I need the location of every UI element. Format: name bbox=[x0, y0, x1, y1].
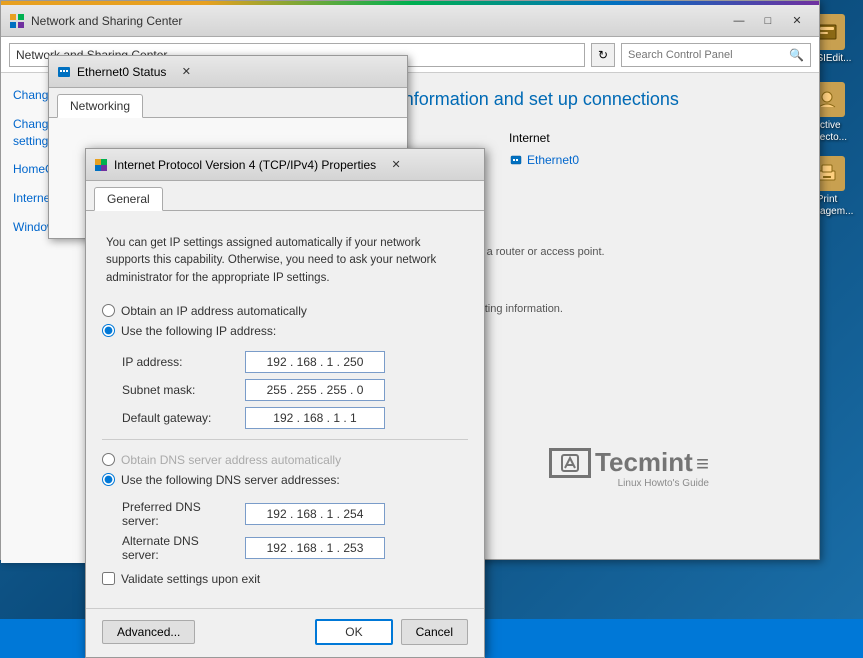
tecmint-tagline: Linux Howto's Guide bbox=[549, 478, 709, 489]
tab-general[interactable]: General bbox=[94, 187, 163, 211]
ip-address-label: IP address: bbox=[122, 355, 237, 369]
ipv4-title-text: Internet Protocol Version 4 (TCP/IPv4) P… bbox=[114, 158, 376, 172]
ip-fields-container: IP address: Subnet mask: Default gateway… bbox=[102, 351, 468, 429]
manual-ip-radio-row: Use the following IP address: bbox=[102, 321, 468, 341]
ipv4-tab-bar: General bbox=[86, 181, 484, 211]
ethernet0-link[interactable]: Ethernet0 bbox=[527, 153, 579, 167]
access-type-value: Internet bbox=[501, 128, 797, 148]
dns-fields-container: Preferred DNS server: Alternate DNS serv… bbox=[102, 500, 468, 562]
nsc-minimize-button[interactable]: — bbox=[725, 10, 753, 32]
auto-ip-radio[interactable] bbox=[102, 304, 115, 317]
nsc-close-button[interactable]: ✕ bbox=[783, 10, 811, 32]
default-gateway-label: Default gateway: bbox=[122, 411, 237, 425]
tab-networking[interactable]: Networking bbox=[57, 94, 143, 118]
divider bbox=[102, 439, 468, 440]
ip-address-input[interactable] bbox=[245, 351, 385, 373]
nsc-refresh-button[interactable]: ↻ bbox=[591, 43, 615, 67]
default-gateway-row: Default gateway: bbox=[122, 407, 468, 429]
tecmint-name: Tecmint bbox=[595, 447, 693, 477]
manual-ip-radio[interactable] bbox=[102, 324, 115, 337]
ok-cancel-buttons: OK Cancel bbox=[315, 619, 468, 645]
advanced-button[interactable]: Advanced... bbox=[102, 620, 195, 644]
nsc-maximize-button[interactable]: □ bbox=[754, 10, 782, 32]
connections-value: Ethernet0 bbox=[501, 150, 797, 173]
ethernet-status-close-button[interactable]: ✕ bbox=[172, 61, 200, 83]
auto-ip-radio-row: Obtain an IP address automatically bbox=[102, 301, 468, 321]
ethernet-status-icon bbox=[57, 65, 71, 79]
ipv4-icon bbox=[94, 158, 108, 172]
nsc-search-field[interactable]: 🔍 bbox=[621, 43, 811, 67]
search-icon: 🔍 bbox=[789, 48, 804, 62]
ip-address-radio-group: Obtain an IP address automatically Use t… bbox=[102, 301, 468, 341]
preferred-dns-input[interactable] bbox=[245, 503, 385, 525]
nsc-window-controls: — □ ✕ bbox=[725, 10, 811, 32]
subnet-mask-label: Subnet mask: bbox=[122, 383, 237, 397]
nsc-titlebar: Network and Sharing Center — □ ✕ bbox=[1, 5, 819, 37]
ipv4-buttons: Advanced... OK Cancel bbox=[86, 608, 484, 657]
manual-ip-label: Use the following IP address: bbox=[121, 324, 276, 338]
dns-section: Obtain DNS server address automatically … bbox=[102, 450, 468, 562]
ethernet-status-titlebar: Ethernet0 Status ✕ bbox=[49, 56, 407, 88]
validate-checkbox-row: Validate settings upon exit bbox=[102, 572, 468, 586]
manual-dns-radio-row: Use the following DNS server addresses: bbox=[102, 470, 468, 490]
tecmint-logo: Tecmint ≡ Linux Howto's Guide bbox=[549, 447, 709, 489]
preferred-dns-label: Preferred DNS server: bbox=[122, 500, 237, 528]
ipv4-description: You can get IP settings assigned automat… bbox=[102, 235, 468, 287]
cancel-button[interactable]: Cancel bbox=[401, 619, 468, 645]
ip-address-row: IP address: bbox=[122, 351, 468, 373]
validate-label: Validate settings upon exit bbox=[121, 572, 260, 586]
default-gateway-input[interactable] bbox=[245, 407, 385, 429]
validate-checkbox[interactable] bbox=[102, 572, 115, 585]
ipv4-window-controls: ✕ bbox=[382, 154, 410, 176]
ethernet-status-controls: ✕ bbox=[172, 61, 200, 83]
nsc-window-icon bbox=[9, 13, 25, 29]
ethernet-status-tab-bar: Networking bbox=[49, 88, 407, 118]
ipv4-close-button[interactable]: ✕ bbox=[382, 154, 410, 176]
ethernet-icon: Ethernet0 bbox=[509, 153, 579, 167]
manual-dns-label: Use the following DNS server addresses: bbox=[121, 473, 340, 487]
auto-dns-radio-row: Obtain DNS server address automatically bbox=[102, 450, 468, 470]
ipv4-titlebar: Internet Protocol Version 4 (TCP/IPv4) P… bbox=[86, 149, 484, 181]
alternate-dns-label: Alternate DNS server: bbox=[122, 534, 237, 562]
manual-dns-radio[interactable] bbox=[102, 473, 115, 486]
auto-dns-radio[interactable] bbox=[102, 453, 115, 466]
dns-radio-group: Obtain DNS server address automatically … bbox=[102, 450, 468, 490]
tecmint-suffix: ≡ bbox=[696, 451, 709, 476]
alternate-dns-input[interactable] bbox=[245, 537, 385, 559]
nsc-title-text: Network and Sharing Center bbox=[31, 14, 719, 28]
nsc-search-input[interactable] bbox=[628, 49, 785, 61]
subnet-mask-input[interactable] bbox=[245, 379, 385, 401]
subnet-mask-row: Subnet mask: bbox=[122, 379, 468, 401]
ok-button[interactable]: OK bbox=[315, 619, 392, 645]
ipv4-properties-dialog: Internet Protocol Version 4 (TCP/IPv4) P… bbox=[85, 148, 485, 658]
auto-dns-label: Obtain DNS server address automatically bbox=[121, 453, 341, 467]
ethernet-status-title: Ethernet0 Status bbox=[77, 65, 166, 79]
ipv4-content: You can get IP settings assigned automat… bbox=[86, 223, 484, 608]
auto-ip-label: Obtain an IP address automatically bbox=[121, 304, 307, 318]
preferred-dns-row: Preferred DNS server: bbox=[122, 500, 468, 528]
desktop: ADSIEdit... Active Directo... Print Mana… bbox=[0, 0, 863, 619]
color-strip bbox=[1, 1, 819, 5]
alternate-dns-row: Alternate DNS server: bbox=[122, 534, 468, 562]
